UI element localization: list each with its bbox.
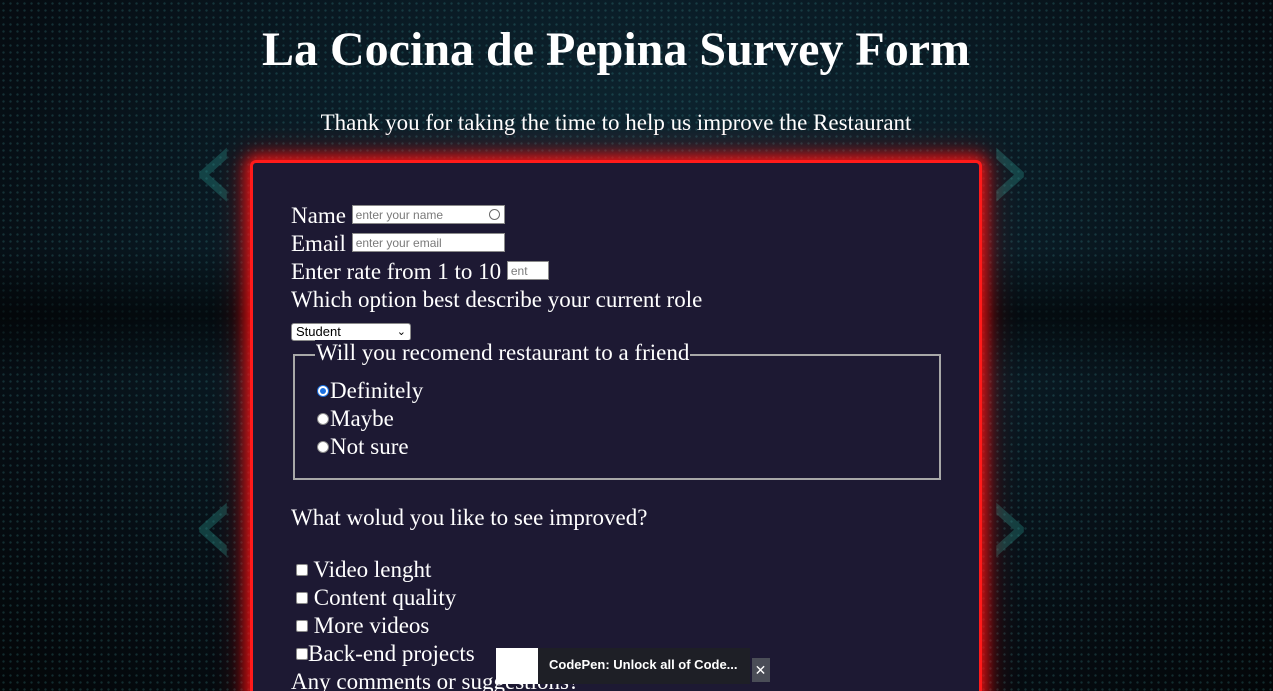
- checkbox-option-back-end-projects[interactable]: Back-end projects: [296, 641, 475, 667]
- role-selected-value: Student: [296, 324, 341, 339]
- rate-input[interactable]: ent: [506, 261, 549, 281]
- close-icon[interactable]: ✕: [751, 658, 770, 682]
- background-right-chevron-icon: ›: [985, 455, 1033, 594]
- radio-button-checked[interactable]: [317, 384, 329, 397]
- checkbox-option-video-length[interactable]: Video lenght: [296, 557, 431, 583]
- radio-label: Not sure: [330, 434, 409, 459]
- email-row: Email enter your email: [291, 231, 505, 257]
- name-label: Name: [291, 203, 346, 228]
- name-row: Name enter your name: [291, 203, 505, 229]
- radio-option-maybe[interactable]: Maybe: [317, 406, 394, 432]
- radio-option-not-sure[interactable]: Not sure: [317, 434, 409, 460]
- codepen-toast[interactable]: CodePen: Unlock all of Code... ✕: [496, 648, 770, 684]
- email-placeholder: enter your email: [355, 236, 442, 251]
- radio-button[interactable]: [317, 440, 329, 453]
- recommend-legend: Will you recomend restaurant to a friend: [315, 340, 691, 366]
- email-input[interactable]: enter your email: [351, 233, 505, 253]
- radio-option-definitely[interactable]: Definitely: [317, 378, 423, 404]
- role-dropdown[interactable]: Student ⌄: [291, 323, 411, 341]
- checkbox[interactable]: [296, 591, 308, 604]
- checkbox-label: More videos: [313, 613, 430, 638]
- checkbox[interactable]: [296, 619, 308, 632]
- role-label: Which option best describe your current …: [291, 287, 703, 312]
- page-title: La Cocina de Pepina Survey Form: [262, 23, 970, 76]
- background-left-chevron-icon: ‹: [190, 455, 238, 594]
- checkbox[interactable]: [296, 647, 308, 660]
- radio-label: Definitely: [330, 378, 424, 403]
- checkbox-label: Back-end projects: [308, 641, 475, 666]
- survey-form: Name enter your name Email enter your em…: [250, 160, 982, 691]
- page-description: Thank you for taking the time to help us…: [320, 110, 912, 135]
- recommend-fieldset: Will you recomend restaurant to a friend…: [293, 340, 941, 480]
- chevron-down-icon: ⌄: [396, 326, 406, 338]
- contact-card-icon[interactable]: [488, 209, 500, 221]
- checkbox-option-more-videos[interactable]: More videos: [296, 613, 429, 639]
- rate-row: Enter rate from 1 to 10 ent: [291, 259, 549, 285]
- rate-placeholder: ent: [510, 264, 528, 279]
- name-placeholder: enter your name: [355, 208, 444, 223]
- email-label: Email: [291, 231, 346, 256]
- codepen-logo: [496, 648, 538, 684]
- radio-label: Maybe: [330, 406, 394, 431]
- checkbox-option-content-quality[interactable]: Content quality: [296, 585, 456, 611]
- improve-question: What wolud you like to see improved?: [291, 505, 648, 530]
- radio-button[interactable]: [317, 412, 329, 425]
- toast-message[interactable]: CodePen: Unlock all of Code...: [538, 648, 750, 684]
- checkbox[interactable]: [296, 563, 308, 576]
- rate-label: Enter rate from 1 to 10: [291, 259, 502, 284]
- name-input[interactable]: enter your name: [351, 205, 505, 225]
- checkbox-label: Content quality: [313, 585, 457, 610]
- checkbox-label: Video lenght: [313, 557, 432, 582]
